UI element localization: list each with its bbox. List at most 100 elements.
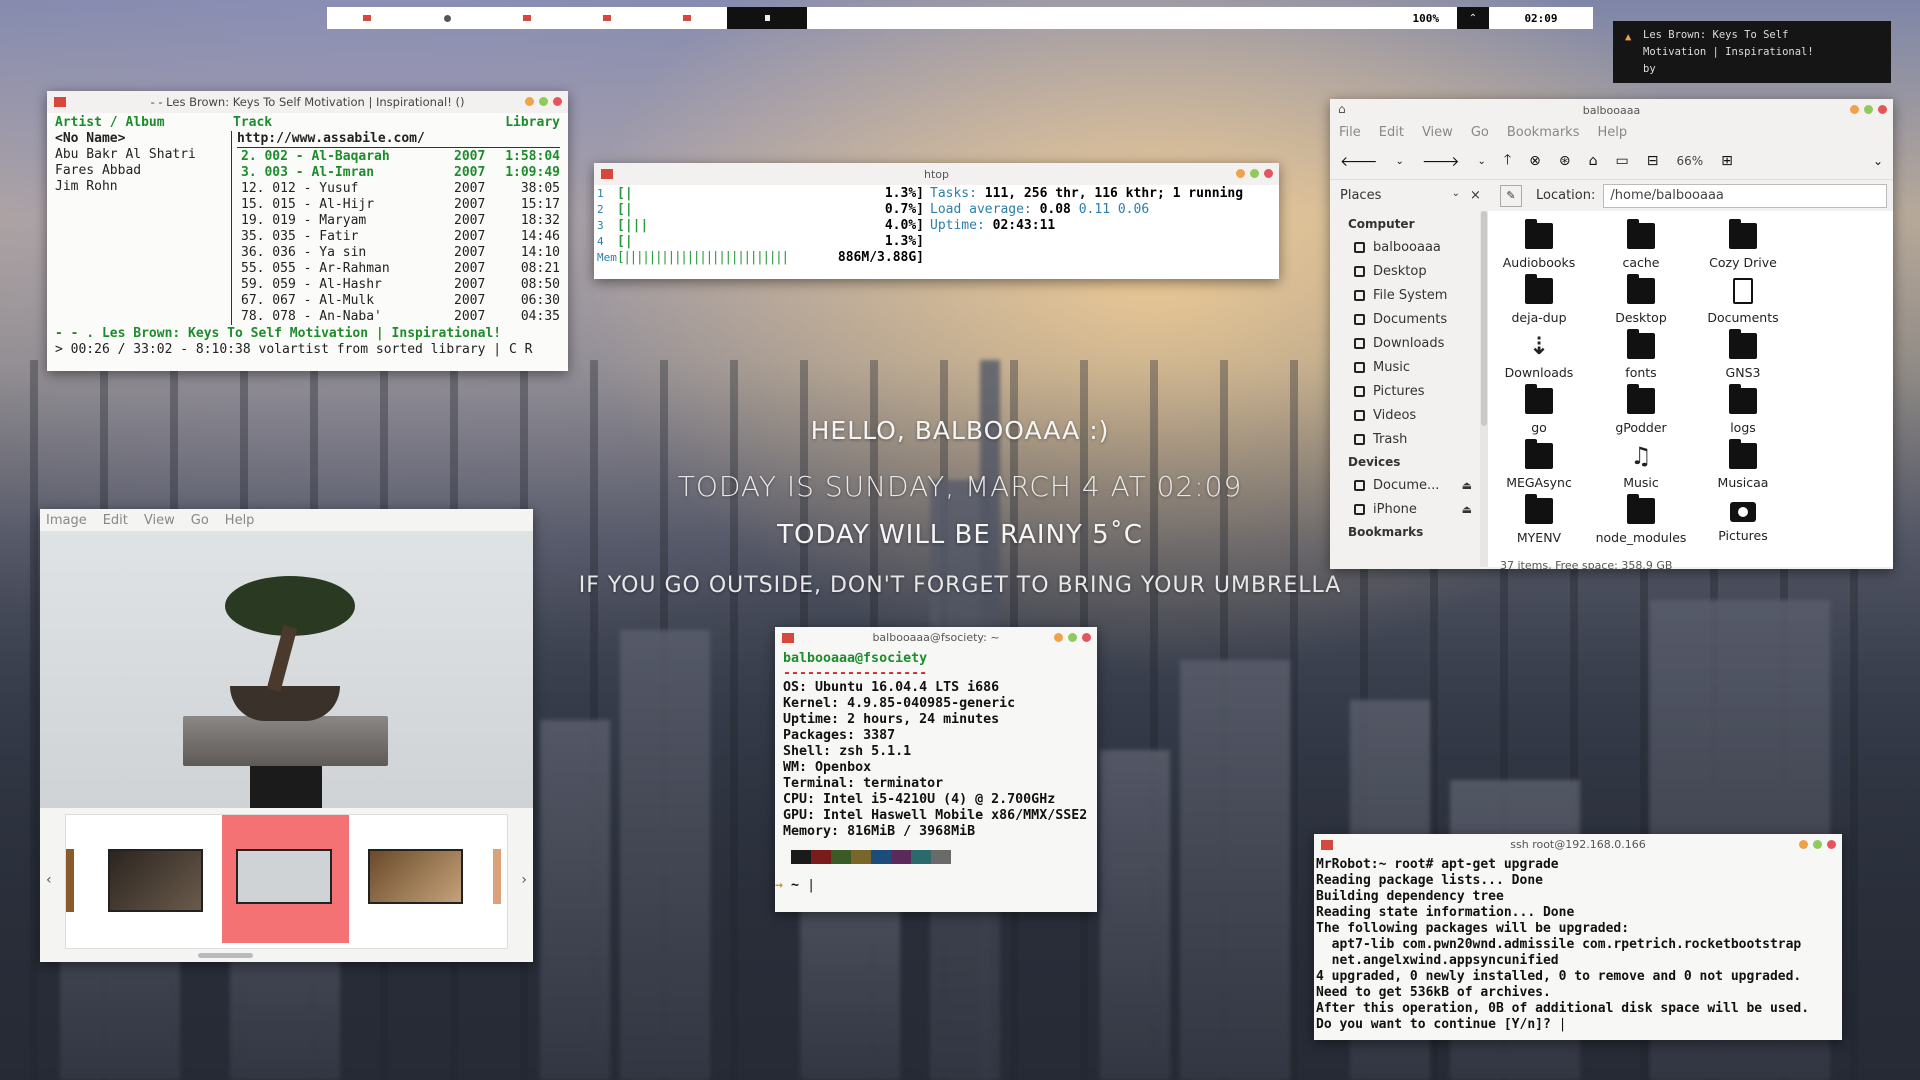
- home-icon[interactable]: ⌂: [1589, 153, 1598, 169]
- htop-window[interactable]: htop 1 [| 1.3%] 2 [| 0.7%] 3 [||| 4.0%] 4 [| 1.3%] …: [594, 163, 1279, 279]
- scrollbar[interactable]: [198, 953, 253, 958]
- chevron-right-icon[interactable]: ›: [521, 872, 527, 888]
- chevron-down-icon[interactable]: ⌄: [1873, 154, 1883, 168]
- chevron-down-icon[interactable]: ⌄: [1477, 156, 1485, 167]
- neofetch-terminal[interactable]: balbooaaa@fsociety: ~ balbooaaa@fsociety…: [775, 627, 1097, 912]
- file-item[interactable]: fonts: [1590, 329, 1692, 388]
- reload-icon[interactable]: ⊛: [1559, 153, 1571, 169]
- sidebar-item[interactable]: Documents: [1330, 307, 1480, 331]
- minimize-button[interactable]: [1054, 633, 1063, 642]
- volume-indicator[interactable]: 100%: [1395, 12, 1458, 25]
- menu-view[interactable]: View: [1422, 125, 1453, 140]
- track-row[interactable]: 55. 055 - Ar-Rahman 2007 08:21: [237, 261, 560, 277]
- workspace-2[interactable]: [407, 7, 487, 29]
- file-manager-window[interactable]: ⌂ balbooaaa File Edit View Go Bookmarks …: [1330, 99, 1893, 572]
- menu-go[interactable]: Go: [191, 513, 209, 528]
- stop-icon[interactable]: ⊗: [1529, 153, 1541, 169]
- close-icon[interactable]: ×: [1470, 188, 1490, 203]
- maximize-button[interactable]: [1068, 633, 1077, 642]
- file-item[interactable]: ⇣ Downloads: [1488, 333, 1590, 388]
- close-button[interactable]: [1827, 840, 1836, 849]
- file-item[interactable]: Musicaa: [1692, 439, 1794, 498]
- sidebar-item[interactable]: Downloads: [1330, 331, 1480, 355]
- menu-go[interactable]: Go: [1471, 125, 1489, 140]
- file-item[interactable]: Cozy Drive: [1692, 219, 1794, 278]
- workspace-4[interactable]: [567, 7, 647, 29]
- thumbnail[interactable]: [368, 849, 463, 904]
- workspace-1[interactable]: [327, 7, 407, 29]
- minimize-button[interactable]: [1850, 105, 1859, 114]
- thumbnail-strip[interactable]: ‹ ›: [40, 808, 533, 960]
- menu-bookmarks[interactable]: Bookmarks: [1507, 125, 1580, 140]
- close-button[interactable]: [553, 97, 562, 106]
- sidebar-item[interactable]: Pictures: [1330, 379, 1480, 403]
- sidebar-device[interactable]: Docume... ⏏: [1330, 473, 1480, 497]
- notification-popup[interactable]: ▲ Les Brown: Keys To Self Motivation | I…: [1613, 21, 1891, 83]
- track-row[interactable]: 2. 002 - Al-Baqarah 2007 1:58:04: [237, 149, 560, 165]
- thumbnail[interactable]: [66, 849, 74, 912]
- file-item[interactable]: GNS3: [1692, 329, 1794, 388]
- file-item[interactable]: go: [1488, 384, 1590, 443]
- sidebar-item[interactable]: Videos: [1330, 403, 1480, 427]
- maximize-button[interactable]: [1250, 169, 1259, 178]
- terminal-output[interactable]: MrRobot:~ root# apt-get upgrade Reading p…: [1314, 856, 1842, 1034]
- menu-help[interactable]: Help: [1597, 125, 1627, 140]
- computer-icon[interactable]: ▭: [1616, 153, 1629, 169]
- prompt-line[interactable]: → ~ |: [775, 866, 1097, 894]
- menu-edit[interactable]: Edit: [103, 513, 128, 528]
- minimize-button[interactable]: [1236, 169, 1245, 178]
- workspace-6[interactable]: [727, 7, 807, 29]
- artist-item[interactable]: <No Name>: [55, 131, 231, 147]
- menu-help[interactable]: Help: [225, 513, 255, 528]
- zoom-in-icon[interactable]: ⊞: [1721, 153, 1733, 169]
- file-item[interactable]: deja-dup: [1488, 274, 1590, 333]
- track-row[interactable]: 36. 036 - Ya sin 2007 14:10: [237, 245, 560, 261]
- sidebar-item[interactable]: balbooaaa: [1330, 235, 1480, 259]
- maximize-button[interactable]: [539, 97, 548, 106]
- image-viewer-window[interactable]: Image Edit View Go Help ‹ ›: [40, 509, 533, 962]
- back-icon[interactable]: 🡐: [1340, 153, 1378, 170]
- file-grid[interactable]: Audiobooks cache Cozy Drive deja-dup Desktop…: [1488, 211, 1893, 567]
- eject-icon[interactable]: ⏏: [1462, 503, 1480, 516]
- file-item[interactable]: cache: [1590, 219, 1692, 278]
- clock[interactable]: 02:09: [1489, 12, 1593, 25]
- ssh-terminal[interactable]: ssh root@192.168.0.166 MrRobot:~ root# a…: [1314, 834, 1842, 1040]
- chevron-down-icon[interactable]: ⌄: [1396, 156, 1404, 167]
- workspace-3[interactable]: [487, 7, 567, 29]
- file-item[interactable]: ♫ Music: [1590, 443, 1692, 498]
- workspace-5[interactable]: [647, 7, 727, 29]
- track-row[interactable]: 67. 067 - Al-Mulk 2007 06:30: [237, 293, 560, 309]
- track-row[interactable]: 19. 019 - Maryam 2007 18:32: [237, 213, 560, 229]
- minimize-button[interactable]: [1799, 840, 1808, 849]
- file-item[interactable]: node_modules: [1590, 494, 1692, 553]
- cmus-window[interactable]: - - Les Brown: Keys To Self Motivation |…: [47, 91, 568, 371]
- title-bar[interactable]: - - Les Brown: Keys To Self Motivation |…: [47, 91, 568, 113]
- maximize-button[interactable]: [1813, 840, 1822, 849]
- close-button[interactable]: [1878, 105, 1887, 114]
- artist-item[interactable]: Abu Bakr Al Shatri: [55, 147, 231, 163]
- sidebar-item[interactable]: Trash: [1330, 427, 1480, 451]
- track-row[interactable]: 59. 059 - Al-Hashr 2007 08:50: [237, 277, 560, 293]
- file-item[interactable]: Pictures: [1692, 498, 1794, 553]
- track-row[interactable]: 12. 012 - Yusuf 2007 38:05: [237, 181, 560, 197]
- track-row[interactable]: 15. 015 - Al-Hijr 2007 15:17: [237, 197, 560, 213]
- track-list[interactable]: http://www.assabile.com/ 2. 002 - Al-Baq…: [231, 131, 560, 325]
- menu-edit[interactable]: Edit: [1379, 125, 1404, 140]
- title-bar[interactable]: ssh root@192.168.0.166: [1314, 834, 1842, 856]
- sidebar-device[interactable]: iPhone ⏏: [1330, 497, 1480, 521]
- forward-icon[interactable]: 🡒: [1422, 153, 1460, 170]
- artist-item[interactable]: Fares Abbad: [55, 163, 231, 179]
- edit-location-icon[interactable]: ✎: [1500, 184, 1522, 207]
- file-item[interactable]: logs: [1692, 384, 1794, 443]
- thumbnail[interactable]: [493, 849, 501, 904]
- close-button[interactable]: [1264, 169, 1273, 178]
- file-item[interactable]: Desktop: [1590, 274, 1692, 333]
- file-item[interactable]: Documents: [1692, 278, 1794, 333]
- location-input[interactable]: [1603, 183, 1887, 208]
- artist-list[interactable]: <No Name> Abu Bakr Al Shatri Fares Abbad…: [55, 131, 231, 325]
- track-row[interactable]: 78. 078 - An-Naba' 2007 04:35: [237, 309, 560, 325]
- thumbnail[interactable]: [108, 849, 203, 912]
- places-dropdown[interactable]: Places ⌄: [1330, 188, 1470, 203]
- file-item[interactable]: gPodder: [1590, 384, 1692, 443]
- sidebar-item[interactable]: Desktop: [1330, 259, 1480, 283]
